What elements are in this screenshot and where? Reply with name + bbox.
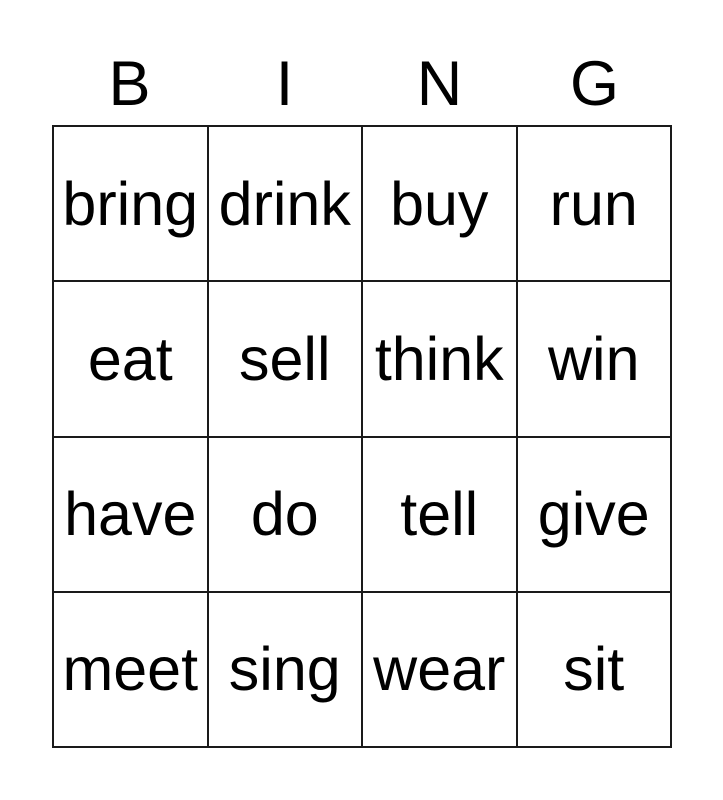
header-letter-i: I	[207, 52, 362, 125]
bingo-row: have do tell give	[54, 437, 672, 593]
header-letter-g: G	[517, 52, 672, 125]
bingo-cell[interactable]: meet	[54, 592, 209, 748]
bingo-cell[interactable]: win	[517, 282, 672, 438]
bingo-cell-word: sell	[238, 324, 331, 393]
bingo-cell-word: sing	[228, 635, 341, 704]
bingo-card: B I N G bring drink buy run eat sell thi…	[0, 0, 723, 800]
bingo-cell-word: think	[374, 324, 504, 393]
bingo-cell-word: bring	[62, 169, 199, 238]
bingo-cell-word: drink	[218, 169, 351, 238]
bingo-cell-word: buy	[390, 169, 489, 238]
bingo-cell[interactable]: drink	[208, 127, 363, 283]
bingo-grid: bring drink buy run eat sell think win h…	[52, 125, 672, 748]
header-letter-n: N	[362, 52, 517, 125]
bingo-row: meet sing wear sit	[54, 592, 672, 748]
bingo-cell[interactable]: think	[363, 282, 518, 438]
bingo-cell[interactable]: do	[208, 437, 363, 593]
bingo-cell-word: meet	[62, 635, 199, 704]
bingo-cell-word: win	[547, 324, 640, 393]
bingo-row: eat sell think win	[54, 282, 672, 438]
header-letter-i-label: I	[275, 49, 294, 119]
bingo-cell[interactable]: sit	[517, 592, 672, 748]
bingo-cell-word: give	[537, 480, 650, 549]
bingo-cell[interactable]: run	[517, 127, 672, 283]
bingo-cell[interactable]: give	[517, 437, 672, 593]
bingo-cell[interactable]: sell	[208, 282, 363, 438]
bingo-cell-word: sit	[563, 635, 625, 704]
bingo-cell-word: wear	[373, 635, 506, 704]
header-letter-n-label: N	[416, 49, 463, 119]
bingo-cell[interactable]: have	[54, 437, 209, 593]
bingo-cell[interactable]: tell	[363, 437, 518, 593]
bingo-cell[interactable]: bring	[54, 127, 209, 283]
bingo-cell-word: run	[549, 169, 638, 238]
bingo-cell-word: have	[64, 480, 197, 549]
bingo-cell[interactable]: wear	[363, 592, 518, 748]
bingo-cell-word: do	[250, 480, 319, 549]
header-letter-b-label: B	[108, 49, 151, 119]
bingo-row: bring drink buy run	[54, 127, 672, 283]
header-letter-b: B	[52, 52, 207, 125]
bingo-cell[interactable]: eat	[54, 282, 209, 438]
bingo-cell[interactable]: sing	[208, 592, 363, 748]
bingo-cell-word: tell	[400, 480, 479, 549]
bingo-cell[interactable]: buy	[363, 127, 518, 283]
bingo-header: B I N G	[52, 52, 672, 125]
header-letter-g-label: G	[569, 49, 619, 119]
bingo-cell-word: eat	[87, 324, 173, 393]
